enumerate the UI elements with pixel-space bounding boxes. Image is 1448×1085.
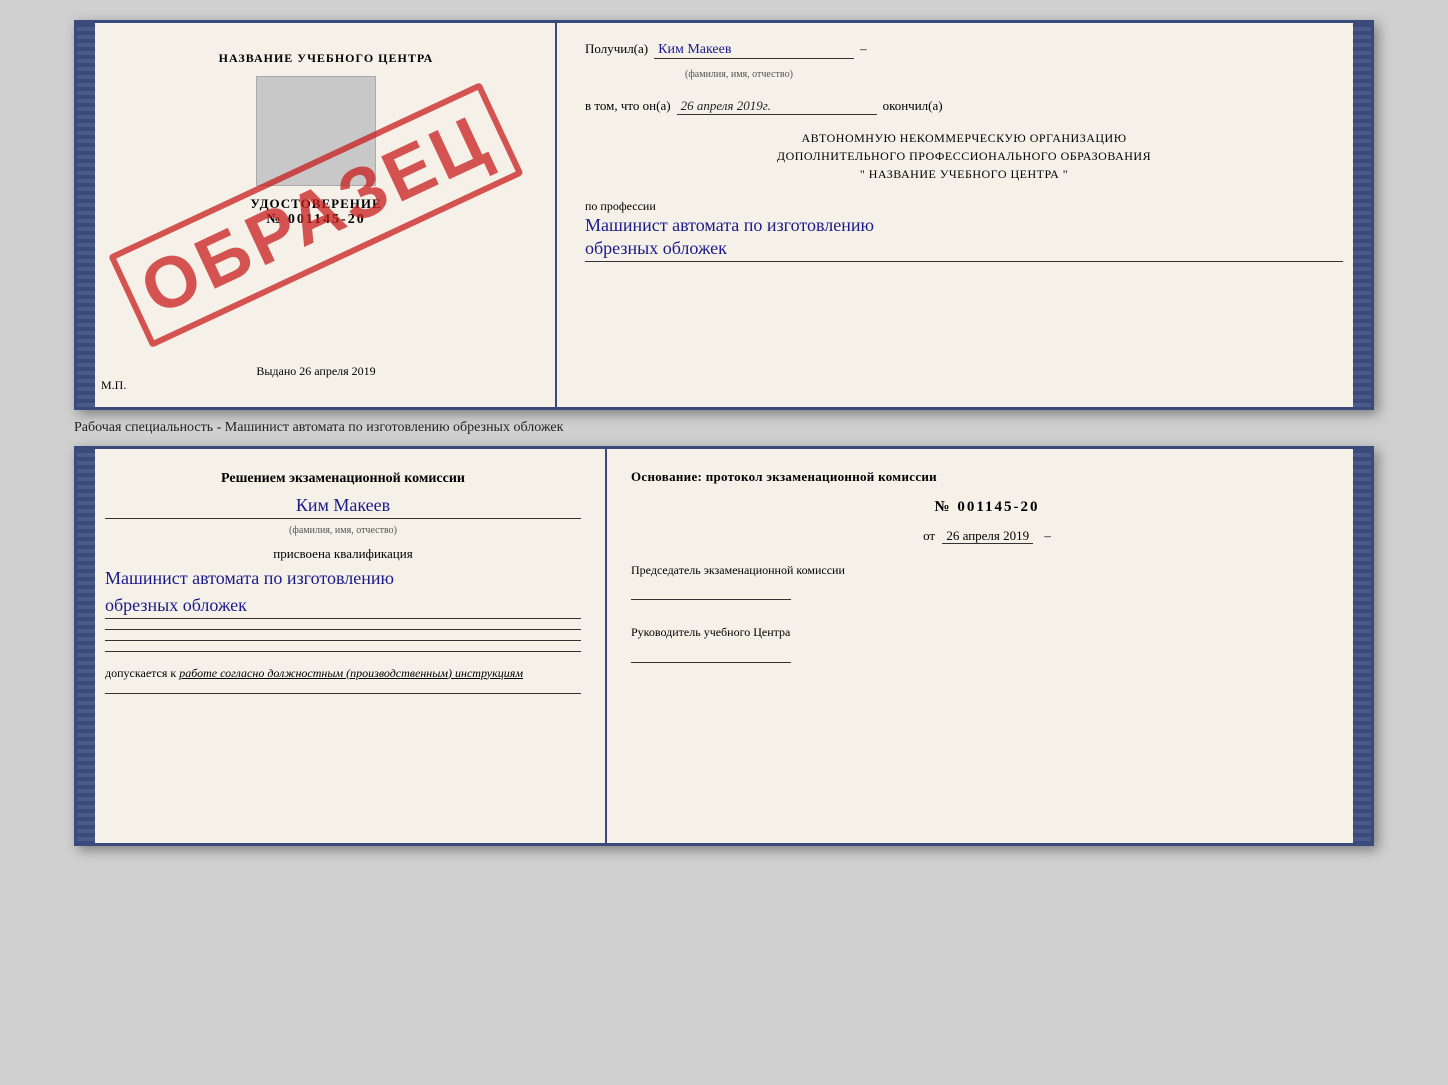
spine-right-bottom [1353,449,1371,843]
protocol-date: от 26 апреля 2019 – [631,528,1343,544]
cert-left-panel: НАЗВАНИЕ УЧЕБНОГО ЦЕНТРА УДОСТОВЕРЕНИЕ №… [77,23,557,407]
head-block: Руководитель учебного Центра [631,624,1343,663]
chair-block: Председатель экзаменационной комиссии [631,562,1343,601]
qual-line1: Машинист автомата по изготовлению [105,568,581,589]
spine-right-top [1353,23,1371,407]
blank-line3 [105,651,581,652]
cert-photo [256,76,376,186]
bottom-right-panel: Основание: протокол экзаменационной коми… [607,449,1371,843]
certificate-document: НАЗВАНИЕ УЧЕБНОГО ЦЕНТРА УДОСТОВЕРЕНИЕ №… [74,20,1374,410]
protocol-date-prefix: от [923,528,935,543]
org-line2: ДОПОЛНИТЕЛЬНОГО ПРОФЕССИОНАЛЬНОГО ОБРАЗО… [585,147,1343,165]
org-block: АВТОНОМНУЮ НЕКОММЕРЧЕСКУЮ ОРГАНИЗАЦИЮ ДО… [585,129,1343,183]
chair-signature-line [631,582,791,600]
specialty-label: Рабочая специальность - Машинист автомат… [74,418,563,438]
inthat-label: в том, что он(а) [585,98,671,114]
basis-label: Основание: протокол экзаменационной коми… [631,467,1343,487]
blank-line1 [105,629,581,630]
profession-label: по профессии [585,199,1343,214]
bottom-document: Решением экзаменационной комиссии Ким Ма… [74,446,1374,846]
blank-line2 [105,640,581,641]
decision-label: Решением экзаменационной комиссии [105,469,581,489]
chair-label: Председатель экзаменационной комиссии [631,562,1343,579]
protocol-dash: – [1044,528,1051,543]
head-signature-line [631,645,791,663]
head-label: Руководитель учебного Центра [631,624,1343,641]
org-line3: " НАЗВАНИЕ УЧЕБНОГО ЦЕНТРА " [585,165,1343,183]
bottom-name-value: Ким Макеев [105,495,581,519]
cert-number: № 001145-20 [266,212,365,228]
inthat-row: в том, что он(а) 26 апреля 2019г. окончи… [585,98,1343,115]
cert-school-title: НАЗВАНИЕ УЧЕБНОГО ЦЕНТРА [219,51,434,66]
bottom-left-panel: Решением экзаменационной комиссии Ким Ма… [77,449,607,843]
protocol-date-value: 26 апреля 2019 [942,528,1033,544]
profession-line1: Машинист автомата по изготовлению [585,214,1343,237]
received-value: Ким Макеев [654,42,854,59]
blank-line4 [105,693,581,694]
cert-vydano: Выдано 26 апреля 2019 [256,364,375,379]
allow-row: допускается к работе согласно должностны… [105,666,581,681]
qual-label: присвоена квалификация [105,546,581,562]
protocol-number: № 001145-20 [631,499,1343,516]
received-row: Получил(а) Ким Макеев – [585,41,1343,59]
bottom-fio-sublabel: (фамилия, имя, отчество) [105,525,581,536]
fio-sublabel-top: (фамилия, имя, отчество) [685,69,1343,80]
cert-right-panel: Получил(а) Ким Макеев – (фамилия, имя, о… [557,23,1371,407]
allow-value: работе согласно должностным (производств… [179,666,523,680]
cert-mp: М.П. [101,378,126,393]
qual-line2: обрезных обложек [105,595,581,619]
profession-line2: обрезных обложек [585,237,1343,261]
org-line1: АВТОНОМНУЮ НЕКОММЕРЧЕСКУЮ ОРГАНИЗАЦИЮ [585,129,1343,147]
date-value: 26 апреля 2019г. [677,98,877,115]
allow-label: допускается к [105,666,176,680]
cert-udost-label: УДОСТОВЕРЕНИЕ [250,196,381,212]
finished-label: окончил(а) [883,98,943,114]
received-label: Получил(а) [585,41,648,57]
